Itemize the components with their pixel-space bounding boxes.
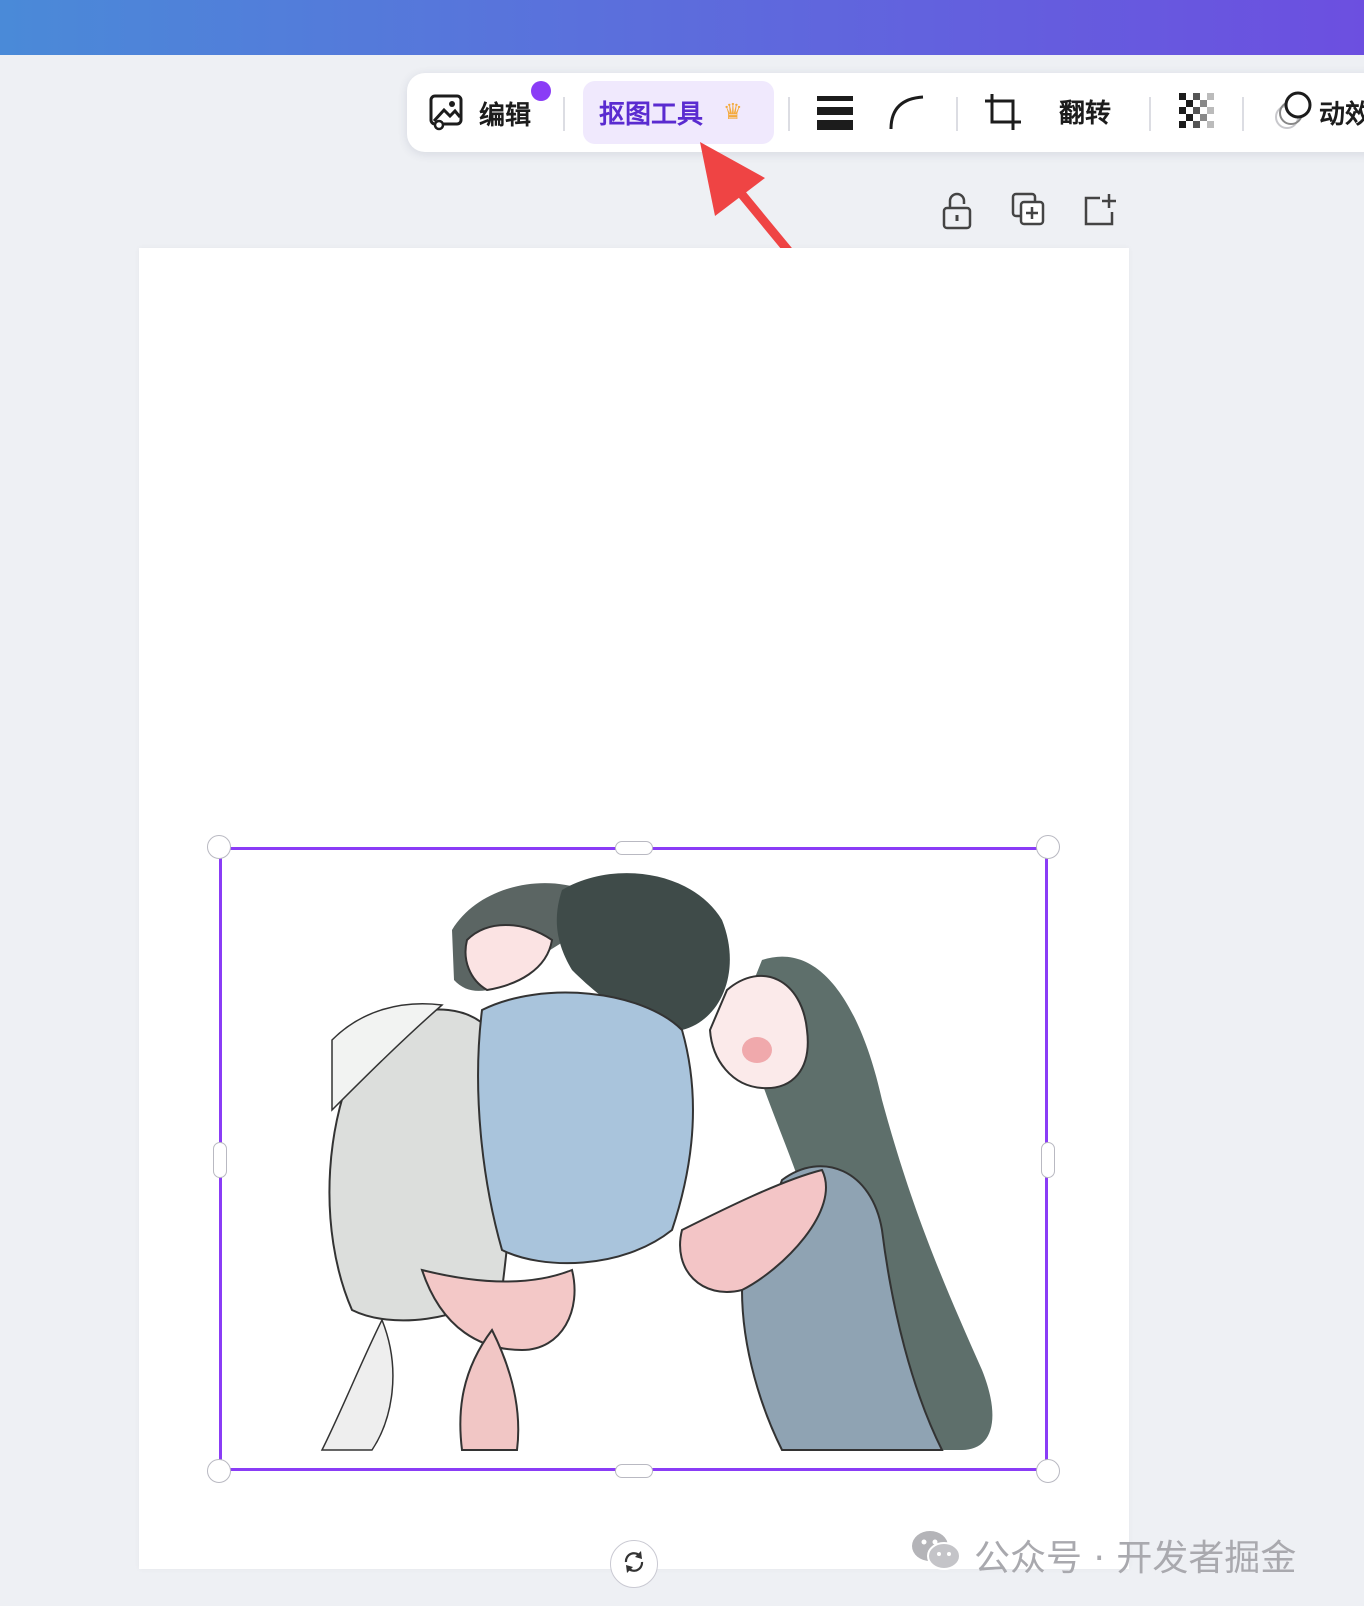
- add-icon: [1082, 194, 1118, 234]
- corner-radius-button[interactable]: [887, 93, 927, 135]
- resize-handle-top-right[interactable]: [1036, 835, 1060, 859]
- selection-box[interactable]: [219, 847, 1048, 1471]
- line-spacing-icon: [815, 93, 855, 135]
- edit-label: 编辑: [479, 100, 532, 131]
- crop-icon: [983, 92, 1025, 138]
- image-toolbar: 编辑 抠图工具 ♛ 翻转 动效: [407, 73, 1364, 152]
- unlock-icon: [940, 192, 974, 236]
- cutout-tool-label: 抠图工具: [599, 100, 704, 130]
- rotate-icon: [620, 1548, 648, 1580]
- resize-handle-bottom-left[interactable]: [207, 1459, 231, 1483]
- crop-button[interactable]: [983, 92, 1025, 138]
- edit-button[interactable]: 编辑: [427, 91, 531, 135]
- cutout-tool-button[interactable]: 抠图工具 ♛: [583, 81, 774, 144]
- resize-handle-right[interactable]: [1041, 1142, 1055, 1178]
- divider: [956, 97, 958, 131]
- animation-button[interactable]: 动效: [1271, 89, 1364, 135]
- resize-handle-left[interactable]: [213, 1142, 227, 1178]
- flip-label: 翻转: [1059, 99, 1112, 129]
- add-page-button[interactable]: [1082, 192, 1118, 234]
- divider: [1149, 97, 1151, 131]
- duplicate-icon: [1011, 192, 1047, 234]
- resize-handle-top[interactable]: [615, 841, 653, 855]
- divider: [788, 97, 790, 131]
- flip-button[interactable]: 翻转: [1059, 93, 1111, 130]
- divider: [1242, 97, 1244, 131]
- rotate-button[interactable]: [610, 1540, 658, 1588]
- resize-handle-top-left[interactable]: [207, 835, 231, 859]
- crown-icon: ♛: [723, 100, 743, 125]
- watermark: 公众号 · 开发者掘金: [910, 1528, 1296, 1581]
- transparency-icon: [1177, 91, 1219, 137]
- unlock-button[interactable]: [940, 192, 974, 236]
- animation-icon: [1271, 89, 1313, 135]
- wechat-icon: [910, 1528, 962, 1581]
- corner-radius-icon: [887, 93, 927, 135]
- new-badge-dot: [531, 81, 551, 101]
- image-edit-icon: [427, 91, 467, 135]
- top-header-bar: [0, 0, 1364, 55]
- resize-handle-bottom-right[interactable]: [1036, 1459, 1060, 1483]
- line-spacing-button[interactable]: [815, 93, 855, 135]
- resize-handle-bottom[interactable]: [615, 1464, 653, 1478]
- divider: [563, 97, 565, 131]
- duplicate-button[interactable]: [1011, 192, 1047, 234]
- animation-label: 动效: [1319, 99, 1364, 130]
- watermark-text: 公众号 · 开发者掘金: [974, 1537, 1297, 1579]
- transparency-button[interactable]: [1177, 91, 1219, 137]
